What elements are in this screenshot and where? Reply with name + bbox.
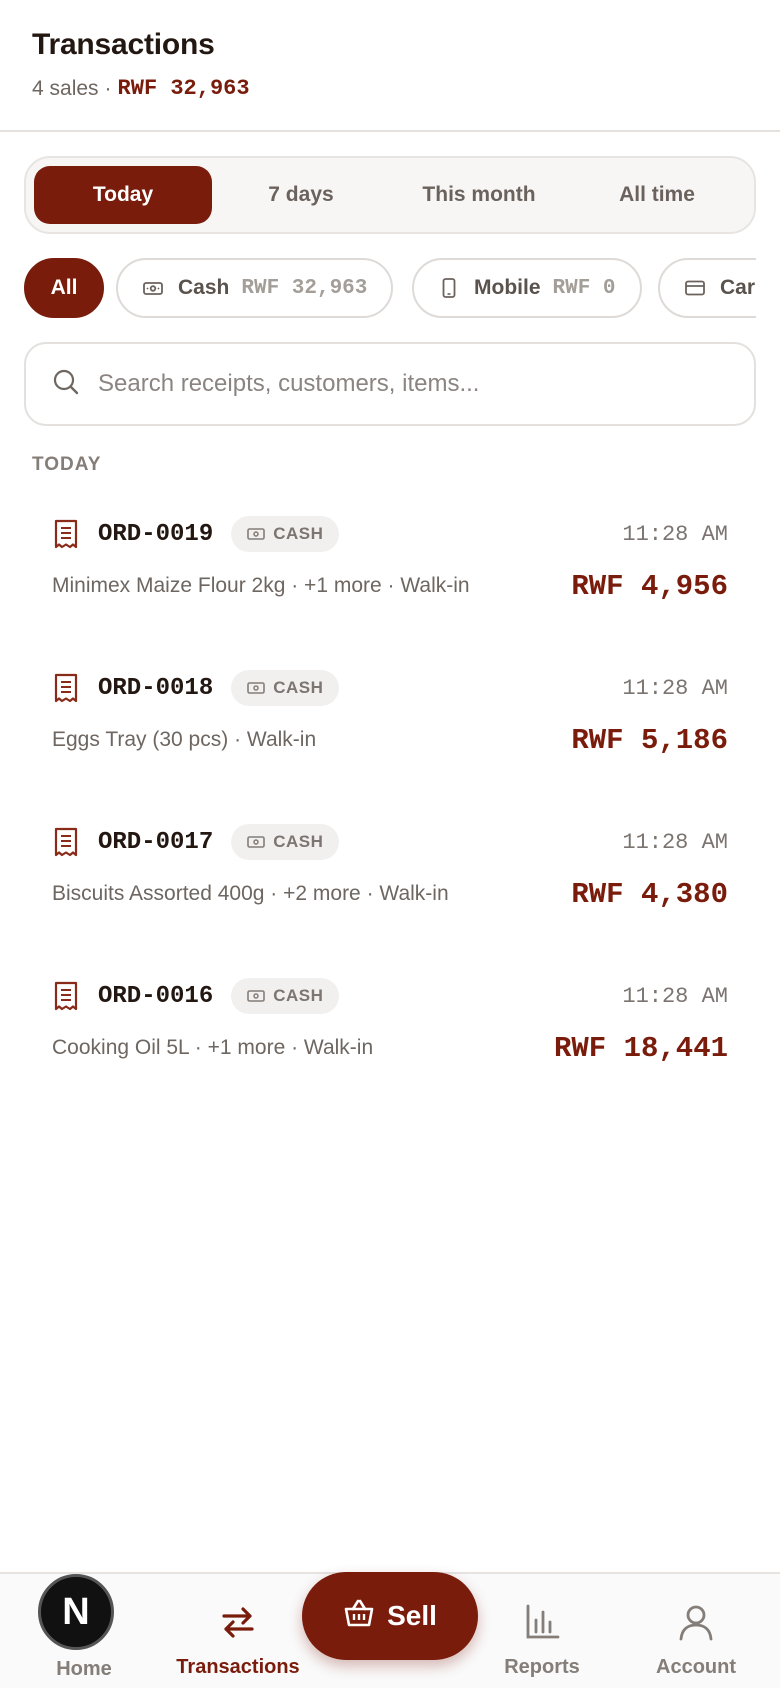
transaction-time: 11:28 AM [622, 983, 728, 1009]
cash-icon [247, 528, 266, 540]
filter-chip-card[interactable]: Car [658, 258, 756, 318]
sell-button[interactable]: Sell [302, 1572, 478, 1660]
avatar[interactable]: N [38, 1574, 114, 1650]
nav-account[interactable]: Account [636, 1574, 756, 1688]
sales-total: RWF 32,963 [117, 76, 250, 101]
transaction-total: RWF 5,186 [571, 723, 728, 757]
separator: · [104, 76, 112, 100]
transaction-row[interactable]: ORD-0017 CASH 11:28 AM Biscuits Assorted… [52, 822, 728, 942]
filter-chip-card-label: Car [720, 276, 756, 299]
cash-icon [247, 990, 266, 1002]
transaction-time: 11:28 AM [622, 829, 728, 855]
payment-method-badge: CASH [231, 670, 340, 706]
filter-chip-all[interactable]: All [24, 258, 104, 318]
nav-account-label: Account [656, 1656, 736, 1678]
cash-icon [247, 836, 266, 848]
nav-transactions[interactable]: Transactions [166, 1574, 310, 1688]
nav-reports[interactable]: Reports [482, 1574, 602, 1688]
filter-chip-mobile-label: Mobile [474, 276, 541, 299]
swap-arrows-icon [218, 1602, 258, 1648]
transaction-row[interactable]: ORD-0019 CASH 11:28 AM Minimex Maize Flo… [52, 514, 728, 634]
transaction-description: Cooking Oil 5L · +1 more · Walk-in [52, 1036, 374, 1059]
transaction-description: Eggs Tray (30 pcs) · Walk-in [52, 728, 317, 751]
card-icon [684, 277, 706, 299]
payment-method-label: CASH [273, 678, 324, 697]
page-title: Transactions [32, 28, 215, 61]
order-id: ORD-0016 [98, 982, 214, 1010]
order-id: ORD-0017 [98, 828, 214, 856]
period-tab-all-time[interactable]: All time [568, 166, 746, 224]
nav-home-label: Home [56, 1658, 112, 1680]
order-id: ORD-0018 [98, 674, 214, 702]
receipt-icon [52, 673, 80, 703]
receipt-icon [52, 981, 80, 1011]
cash-icon [247, 682, 266, 694]
transaction-row[interactable]: ORD-0016 CASH 11:28 AM Cooking Oil 5L · … [52, 976, 728, 1096]
nav-reports-label: Reports [504, 1656, 580, 1678]
payment-filter-chips: All Cash RWF 32,963 Mobile RWF 0 Car [24, 258, 756, 320]
receipt-icon [52, 827, 80, 857]
filter-chip-cash[interactable]: Cash RWF 32,963 [116, 258, 394, 318]
sales-summary: 4 sales · RWF 32,963 [32, 76, 748, 101]
search-icon [52, 368, 98, 401]
period-tab-today[interactable]: Today [34, 166, 212, 224]
avatar-letter: N [62, 1590, 90, 1633]
period-segmented-control: Today 7 days This month All time [24, 156, 756, 234]
basket-icon [343, 1598, 387, 1635]
user-icon [676, 1602, 716, 1648]
cash-icon [142, 277, 164, 299]
payment-method-label: CASH [273, 524, 324, 543]
transaction-total: RWF 4,380 [571, 877, 728, 911]
payment-method-label: CASH [273, 986, 324, 1005]
payment-method-badge: CASH [231, 516, 340, 552]
sell-label: Sell [387, 1600, 437, 1631]
phone-icon [438, 277, 460, 299]
period-tab-7-days[interactable]: 7 days [212, 166, 390, 224]
payment-method-label: CASH [273, 832, 324, 851]
filter-chip-mobile-value: RWF 0 [552, 276, 616, 300]
search-input[interactable] [98, 370, 718, 398]
sales-count: 4 sales [32, 76, 99, 100]
transaction-total: RWF 4,956 [571, 569, 728, 603]
transaction-time: 11:28 AM [622, 521, 728, 547]
filter-chip-cash-value: RWF 32,963 [241, 276, 368, 300]
page-header: Transactions 4 sales · RWF 32,963 [0, 0, 780, 132]
filter-chip-mobile[interactable]: Mobile RWF 0 [412, 258, 642, 318]
payment-method-badge: CASH [231, 978, 340, 1014]
payment-method-badge: CASH [231, 824, 340, 860]
transaction-description: Biscuits Assorted 400g · +2 more · Walk-… [52, 882, 449, 905]
receipt-icon [52, 519, 80, 549]
section-heading-today: TODAY [32, 454, 102, 475]
transaction-description: Minimex Maize Flour 2kg · +1 more · Walk… [52, 574, 470, 597]
transaction-total: RWF 18,441 [553, 1031, 728, 1065]
filter-chip-cash-label: Cash [178, 276, 230, 299]
order-id: ORD-0019 [98, 520, 214, 548]
period-tab-this-month[interactable]: This month [390, 166, 568, 224]
bar-chart-icon [522, 1602, 562, 1648]
search-box [24, 342, 756, 426]
transaction-row[interactable]: ORD-0018 CASH 11:28 AM Eggs Tray (30 pcs… [52, 668, 728, 788]
nav-transactions-label: Transactions [176, 1656, 300, 1678]
transaction-time: 11:28 AM [622, 675, 728, 701]
